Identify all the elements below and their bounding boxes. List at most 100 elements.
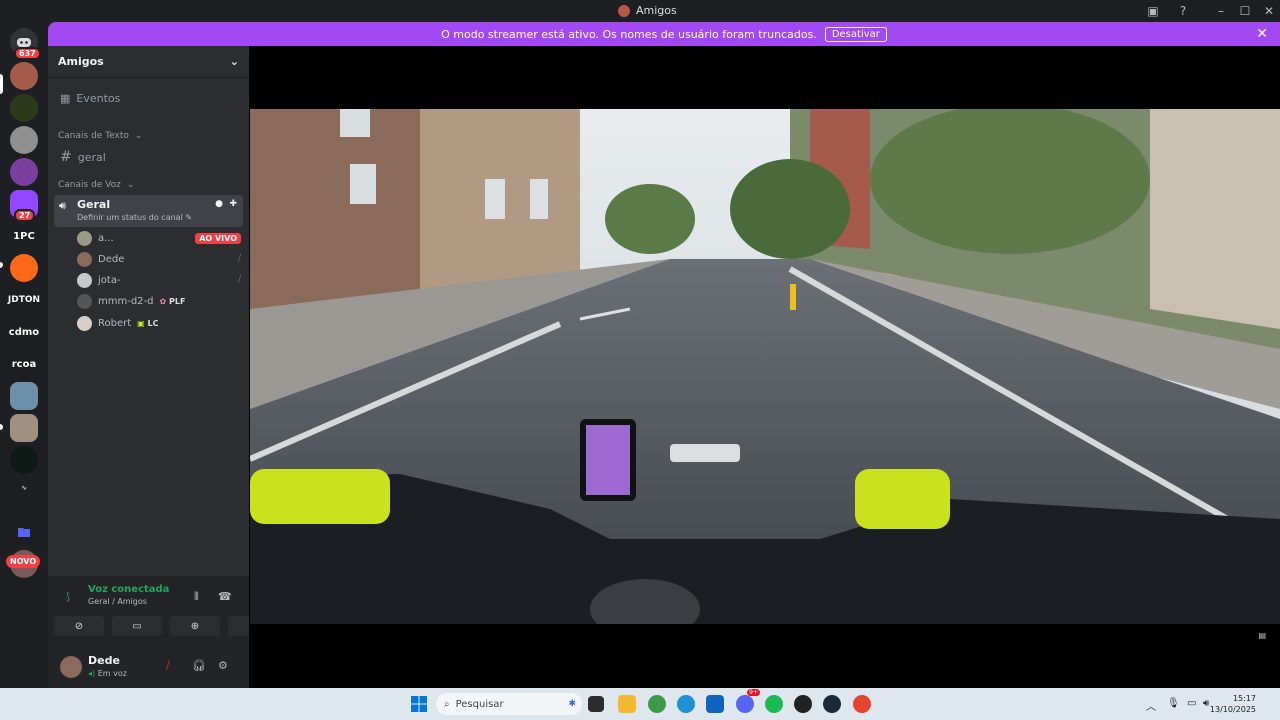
- network-icon[interactable]: ▭: [1187, 698, 1196, 709]
- inbox-icon[interactable]: ▣: [1145, 3, 1161, 19]
- chevron-up-icon[interactable]: ︿: [1146, 698, 1156, 713]
- gear-icon[interactable]: ⚙: [218, 659, 228, 672]
- search-highlight-icon: ✱: [568, 699, 576, 709]
- chevron-down-icon: ⌄: [126, 180, 135, 190]
- voice-user[interactable]: a... AO VIVO: [77, 229, 241, 247]
- stream-video[interactable]: [250, 109, 1280, 624]
- user-name: Dede: [88, 654, 120, 667]
- chevron-down-icon: ⌄: [134, 131, 143, 141]
- voice-connection-info[interactable]: ⟆ Voz conectada Geral / Amigos: [66, 584, 170, 606]
- voice-action-buttons: ⊘ ▭ ⊕ ✦: [54, 616, 278, 636]
- disable-streamer-mode-button[interactable]: Desativar: [824, 26, 887, 42]
- window-titlebar: Amigos ▣ ? – ☐ ✕: [0, 0, 1280, 22]
- taskbar-clock[interactable]: 15:17 13/10/2025: [1210, 693, 1256, 715]
- window-title-text: Amigos: [636, 4, 677, 17]
- events-item[interactable]: ▦ Eventos: [60, 92, 120, 105]
- outlook-icon[interactable]: [706, 695, 724, 713]
- activity-button[interactable]: ⊕: [170, 616, 220, 636]
- voice-connected-label: Voz conectada: [88, 584, 170, 595]
- voice-user-name: a...: [98, 232, 114, 244]
- server-icon[interactable]: ∿: [10, 474, 38, 502]
- chrome-icon[interactable]: [648, 695, 666, 713]
- voice-user[interactable]: mmm-d2-d ✿ PLF: [77, 292, 241, 310]
- task-view-icon[interactable]: [588, 696, 604, 712]
- invite-icon[interactable]: ✚: [229, 199, 237, 209]
- muted-icon: ⧸: [237, 275, 241, 285]
- voice-user-name: Dede: [98, 253, 125, 265]
- volume-icon[interactable]: 🔊︎: [1203, 698, 1209, 709]
- new-badge: NOVO: [6, 555, 41, 568]
- stream-stage[interactable]: ▤: [249, 46, 1280, 688]
- dm-unread-badge: 637: [14, 47, 41, 60]
- close-window-button[interactable]: ✕: [1261, 3, 1277, 19]
- discord-badge: 9+: [747, 689, 760, 696]
- clock-date: 13/10/2025: [1209, 705, 1256, 714]
- voice-channel-name: Geral: [77, 198, 111, 211]
- spotify-icon[interactable]: [765, 695, 783, 713]
- hashtag-icon: #: [60, 149, 72, 165]
- folder-icon[interactable]: [10, 518, 38, 546]
- avatar: [77, 293, 92, 309]
- events-label: Eventos: [76, 92, 121, 105]
- server-icon[interactable]: [10, 446, 38, 474]
- voice-category[interactable]: Canais de Voz ⌄: [58, 180, 134, 190]
- server-icon[interactable]: [10, 94, 38, 122]
- server-icon[interactable]: [10, 382, 38, 410]
- chat-icon[interactable]: ●: [215, 199, 223, 209]
- steam-icon[interactable]: [823, 695, 841, 713]
- avatar: [77, 230, 92, 246]
- camera-off-button[interactable]: ⊘: [54, 616, 104, 636]
- app-icon[interactable]: [794, 695, 812, 713]
- voice-user[interactable]: Robert ▣ LC: [77, 314, 241, 332]
- windows-taskbar: ⌕ Pesquisar ✱ 9+ ︿ 🎙︎ ▭ 🔊︎ 15:17 13/10/2…: [0, 688, 1280, 720]
- text-category[interactable]: Canais de Texto ⌄: [58, 131, 142, 141]
- mute-mic-icon[interactable]: ⧸: [166, 659, 170, 673]
- twitch-server-icon[interactable]: 27: [10, 190, 38, 222]
- server-rcoa[interactable]: rcoa: [6, 350, 42, 378]
- app-icon[interactable]: [853, 695, 871, 713]
- close-icon[interactable]: ✕: [1256, 26, 1268, 42]
- selected-indicator: [0, 74, 3, 94]
- clan-tag: ✿ PLF: [159, 296, 186, 306]
- disconnect-icon[interactable]: ☎: [218, 590, 232, 603]
- microphone-icon[interactable]: 🎙︎: [1167, 698, 1180, 709]
- channel-geral[interactable]: # geral: [60, 149, 106, 165]
- server-icon[interactable]: [10, 126, 38, 154]
- server-header[interactable]: Amigos ⌄: [48, 46, 249, 78]
- streamer-mode-banner: O modo streamer está ativo. Os nomes de …: [48, 22, 1280, 46]
- minimize-button[interactable]: –: [1213, 3, 1229, 19]
- start-icon[interactable]: [410, 695, 428, 713]
- server-jdton[interactable]: JDTON: [6, 286, 42, 314]
- avatar[interactable]: [60, 656, 82, 678]
- server-cdmo[interactable]: cdmo: [6, 318, 42, 346]
- server-1pc[interactable]: 1PC: [6, 222, 42, 250]
- help-icon[interactable]: ?: [1175, 3, 1191, 19]
- direct-messages-icon[interactable]: 637: [10, 28, 41, 60]
- server-icon[interactable]: [10, 254, 38, 282]
- voice-category-label: Canais de Voz: [58, 180, 121, 190]
- server-icon[interactable]: [10, 158, 38, 186]
- speaker-icon: 🔊︎: [59, 199, 66, 212]
- voice-channel-geral[interactable]: 🔊︎ Geral Definir um status do canal ✎ ● …: [54, 195, 243, 227]
- voice-user[interactable]: Dede ⧸: [77, 250, 241, 268]
- unread-indicator: [0, 424, 3, 430]
- screen-share-button[interactable]: ▭: [112, 616, 162, 636]
- muted-icon: ⧸: [237, 254, 241, 264]
- clan-tag: ▣ LC: [137, 318, 159, 328]
- channel-status-prompt[interactable]: Definir um status do canal ✎: [77, 213, 192, 222]
- maximize-button[interactable]: ☐: [1237, 3, 1253, 19]
- clock-time: 15:17: [1232, 694, 1256, 703]
- voice-user[interactable]: jota- ⧸: [77, 271, 241, 289]
- stream-video-frame: [250, 109, 1280, 624]
- server-amigos-icon[interactable]: [10, 62, 38, 90]
- discord-icon[interactable]: 9+: [736, 689, 760, 713]
- calendar-icon: ▦: [60, 92, 71, 105]
- noise-suppression-icon[interactable]: ⦀: [194, 590, 199, 604]
- edge-icon[interactable]: [677, 695, 695, 713]
- banner-message: O modo streamer está ativo. Os nomes de …: [441, 27, 817, 41]
- channel-sidebar: Amigos ⌄ ▦ Eventos Canais de Texto ⌄ # g…: [48, 46, 278, 688]
- file-explorer-icon[interactable]: [618, 695, 636, 713]
- server-icon[interactable]: [10, 414, 38, 442]
- headphones-icon[interactable]: 🎧︎: [192, 659, 206, 672]
- taskbar-search[interactable]: ⌕ Pesquisar ✱: [436, 693, 582, 715]
